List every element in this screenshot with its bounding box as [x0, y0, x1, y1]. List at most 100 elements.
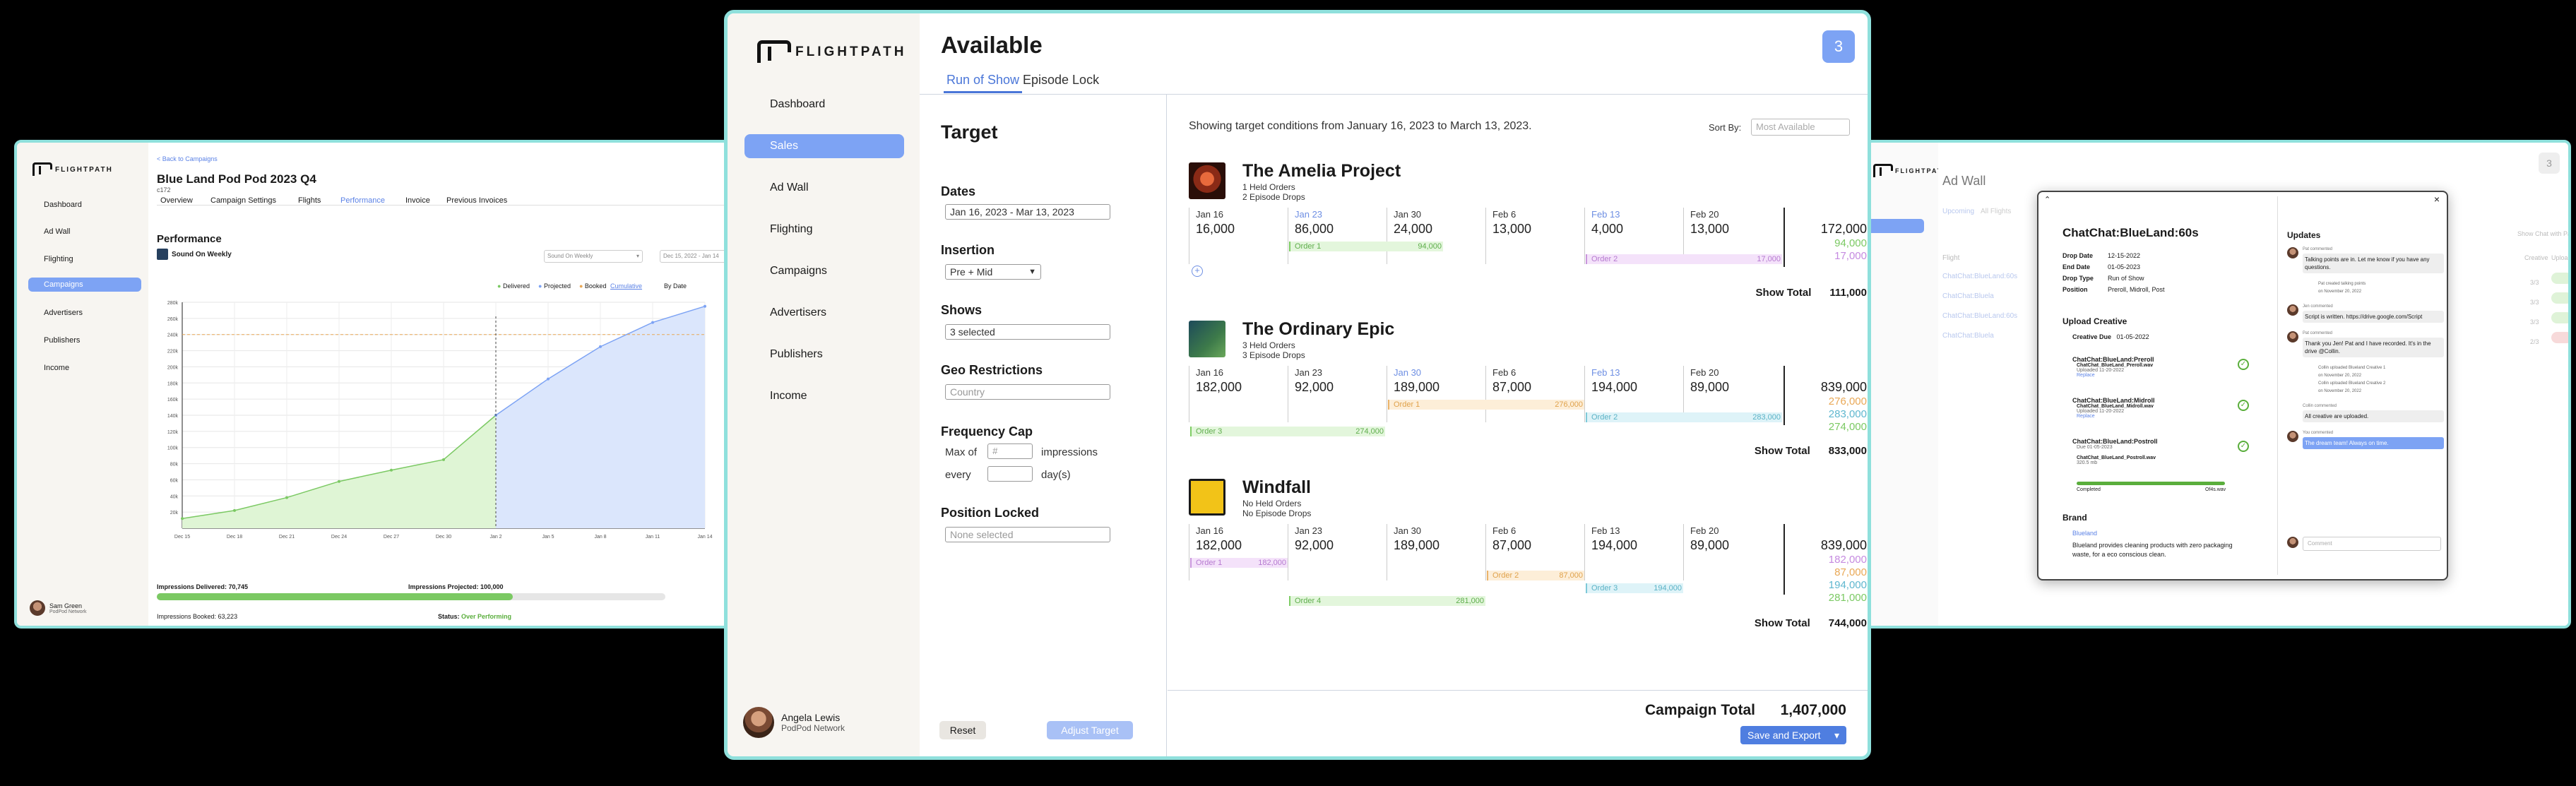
shows-select[interactable]: 3 selected	[945, 324, 1110, 340]
nav-ad-wall[interactable]: Ad Wall	[744, 176, 904, 200]
order-label: Order 3	[1196, 427, 1223, 436]
right-nav-active[interactable]	[1868, 219, 1924, 233]
left-tab-flights[interactable]: Flights	[298, 196, 321, 205]
left-tab-previous-invoices[interactable]: Previous Invoices	[446, 196, 507, 205]
freq-every-label: every	[945, 469, 971, 481]
order-amount: 283,000	[1752, 413, 1781, 422]
x-tick-label: Dec 24	[331, 535, 347, 540]
col-divider	[1485, 366, 1486, 422]
order-bar[interactable]: Order 3 194,000	[1586, 583, 1683, 593]
order-bar[interactable]: Order 2 283,000	[1586, 412, 1782, 422]
legend-projected-label: Projected	[543, 282, 571, 290]
avail-value: 189,000	[1394, 380, 1440, 394]
show-total: Show Total 111,000	[1756, 287, 1867, 299]
flightpath-logo-icon	[32, 162, 52, 177]
date-col-3: Jan 30	[1394, 525, 1422, 536]
replace-link[interactable]: Replace	[2077, 373, 2249, 378]
left-nav-campaigns[interactable]: Campaigns	[28, 278, 141, 292]
show-name: Windfall	[1242, 477, 1311, 497]
comment-input[interactable]: Comment	[2303, 537, 2441, 551]
add-order-icon[interactable]: +	[1192, 266, 1203, 277]
left-nav-dashboard[interactable]: Dashboard	[28, 198, 141, 212]
geo-input[interactable]: Country	[945, 384, 1110, 400]
row-flight-3[interactable]: ChatChat:BlueLand:60s	[1942, 312, 2017, 320]
collapse-icon[interactable]: ⌃	[2044, 195, 2050, 204]
series-delivered-point	[285, 496, 288, 499]
nav-publishers[interactable]: Publishers	[744, 343, 904, 367]
close-icon[interactable]: ×	[2434, 193, 2440, 205]
avail-value: 4,000	[1591, 222, 1624, 236]
show-select[interactable]: Sound On Weekly ▾	[544, 250, 643, 263]
nav-campaigns[interactable]: Campaigns	[744, 259, 904, 283]
order-bar[interactable]: Order 4 281,000	[1289, 596, 1485, 606]
dates-input[interactable]: Jan 16, 2023 - Mar 13, 2023	[945, 204, 1110, 220]
nav-income[interactable]: Income	[744, 384, 904, 408]
order-bar[interactable]: Order 1 276,000	[1388, 400, 1584, 410]
order-label: Order 1	[1394, 400, 1420, 409]
left-tab-invoice[interactable]: Invoice	[405, 196, 430, 205]
toggle-cumulative[interactable]: Cumulative	[610, 282, 642, 290]
save-and-export-button[interactable]: Save and Export	[1740, 726, 1846, 744]
brand-link[interactable]: Blueland	[2072, 530, 2097, 537]
target-info-text: Showing target conditions from January 1…	[1189, 120, 1532, 132]
freq-max-label: Max of	[945, 446, 978, 458]
row-flight-2[interactable]: ChatChat:Bluela	[1942, 292, 1994, 300]
impressions-delivered: Impressions Delivered: 70,745	[157, 583, 249, 590]
tab-run-of-show[interactable]: Run of Show	[943, 73, 1023, 93]
row-flight-1[interactable]: ChatChat:BlueLand:60s	[1942, 273, 2017, 280]
left-user[interactable]: Sam Green PodPod Network	[30, 600, 87, 616]
chart-legend: ● Delivered ● Projected ● Booked	[497, 282, 606, 290]
left-nav-advertisers[interactable]: Advertisers	[28, 306, 141, 320]
left-nav-flighting[interactable]: Flighting	[28, 252, 141, 266]
left-nav-publishers[interactable]: Publishers	[28, 333, 141, 347]
adjust-target-button[interactable]: Adjust Target	[1047, 721, 1133, 739]
nav-flighting[interactable]: Flighting	[744, 218, 904, 242]
replace-link[interactable]: Replace	[2077, 414, 2249, 419]
insertion-select[interactable]: Pre + Mid ▼	[945, 264, 1041, 280]
ad-wall-title: Ad Wall	[1942, 174, 1986, 188]
reset-button[interactable]: Reset	[939, 721, 986, 739]
left-tab-campaign-settings[interactable]: Campaign Settings	[210, 196, 276, 205]
drop-type-label: Drop Type	[2062, 275, 2094, 282]
delivery-progress-fill	[157, 593, 513, 600]
creative-file: ChatChat_BlueLand_Midroll.wav	[2077, 404, 2154, 409]
notification-badge[interactable]: 3	[1822, 30, 1855, 63]
sort-select[interactable]: Most Available	[1751, 119, 1850, 136]
ad-wall-badge: 3	[2539, 153, 2560, 174]
nav-sales[interactable]: Sales	[744, 134, 904, 158]
user-profile[interactable]: Angela Lewis PodPod Network	[743, 707, 845, 738]
left-nav-ad-wall[interactable]: Ad Wall	[28, 225, 141, 239]
insertion-value: Pre + Mid	[950, 266, 993, 278]
col-divider	[1485, 524, 1486, 580]
toggle-by-date[interactable]: By Date	[664, 282, 687, 290]
date-col-3: Jan 30	[1394, 209, 1422, 220]
shows-label: Shows	[941, 303, 983, 317]
order-total: 283,000	[1828, 408, 1867, 420]
left-tab-performance[interactable]: Performance	[340, 196, 385, 205]
order-bar[interactable]: Order 1 182,000	[1190, 558, 1288, 568]
back-link[interactable]: < Back to Campaigns	[157, 155, 218, 162]
show-chat-link[interactable]: Show Chat with Pat and Pal	[2517, 230, 2568, 237]
order-bar[interactable]: Order 2 87,000	[1487, 571, 1584, 580]
tab-episode-lock[interactable]: Episode Lock	[1023, 73, 1099, 88]
order-bar[interactable]: Order 3 274,000	[1190, 427, 1385, 436]
order-bar[interactable]: Order 2 17,000	[1586, 254, 1782, 264]
legend-dot-icon: ●	[497, 282, 501, 290]
order-label: Order 3	[1591, 584, 1618, 593]
x-tick-label: Jan 14	[697, 535, 712, 540]
tab-all-flights[interactable]: All Flights	[1981, 208, 2011, 215]
left-nav-income[interactable]: Income	[28, 361, 141, 375]
flightpath-logo-icon	[1873, 164, 1893, 178]
nav-advertisers[interactable]: Advertisers	[744, 301, 904, 325]
position-locked-select[interactable]: None selected	[945, 527, 1110, 542]
tab-upcoming[interactable]: Upcoming	[1942, 208, 1974, 215]
row-flight-4[interactable]: ChatChat:Bluela	[1942, 332, 1994, 340]
freq-count-input[interactable]: #	[987, 443, 1033, 459]
check-icon: ✓	[2238, 359, 2249, 370]
show-episode-drops: No Episode Drops	[1242, 508, 1312, 518]
order-bar[interactable]: Order 1 94,000	[1289, 242, 1443, 251]
freq-days-input[interactable]	[987, 466, 1033, 482]
page-title: Available	[941, 32, 1043, 58]
left-tab-overview[interactable]: Overview	[160, 196, 193, 205]
nav-dashboard[interactable]: Dashboard	[744, 93, 904, 117]
